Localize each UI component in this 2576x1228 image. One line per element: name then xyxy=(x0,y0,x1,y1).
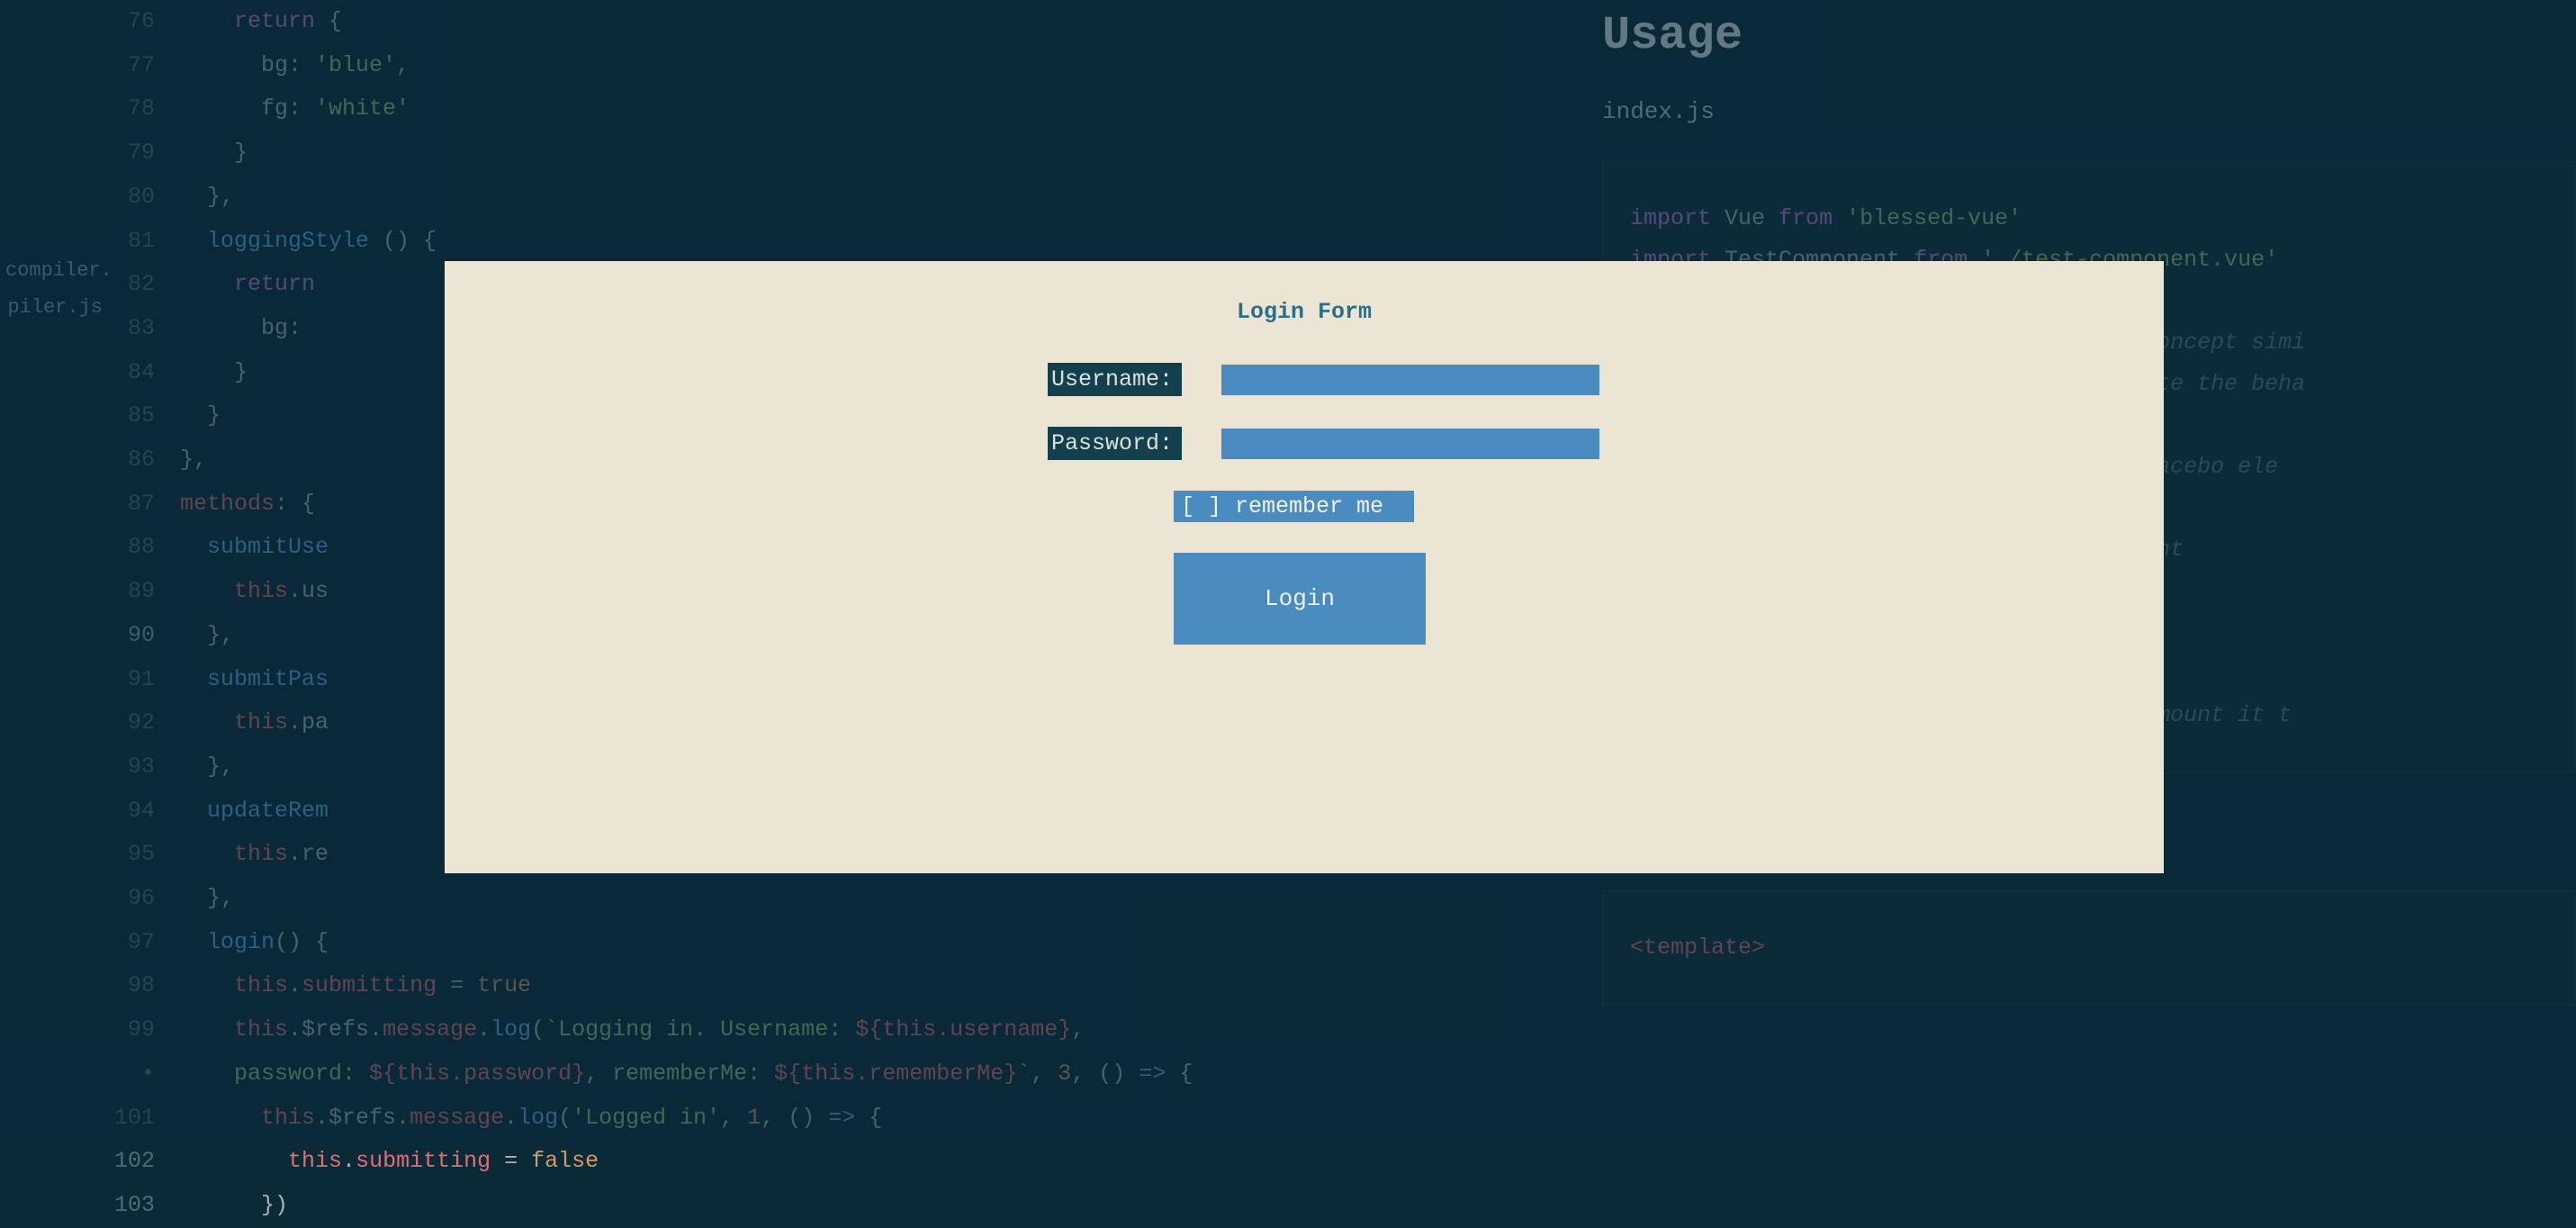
password-row: Password: xyxy=(445,427,2164,460)
login-form-modal: Login Form Username: Password: [ ] remem… xyxy=(445,261,2164,873)
username-label: Username: xyxy=(1048,363,1182,396)
login-button[interactable]: Login xyxy=(1174,553,1426,645)
username-input[interactable] xyxy=(1221,365,1599,395)
login-form-title: Login Form xyxy=(445,261,2164,325)
line-number: 102 xyxy=(0,1140,155,1184)
password-input[interactable] xyxy=(1221,429,1599,459)
line-number: 103 xyxy=(0,1184,155,1228)
code-line: this.submitting = false xyxy=(180,1140,1548,1184)
username-row: Username: xyxy=(445,363,2164,396)
code-line: }) xyxy=(180,1184,1548,1228)
remember-me-checkbox[interactable]: [ ] remember me xyxy=(1174,491,1414,522)
password-label: Password: xyxy=(1048,427,1182,460)
